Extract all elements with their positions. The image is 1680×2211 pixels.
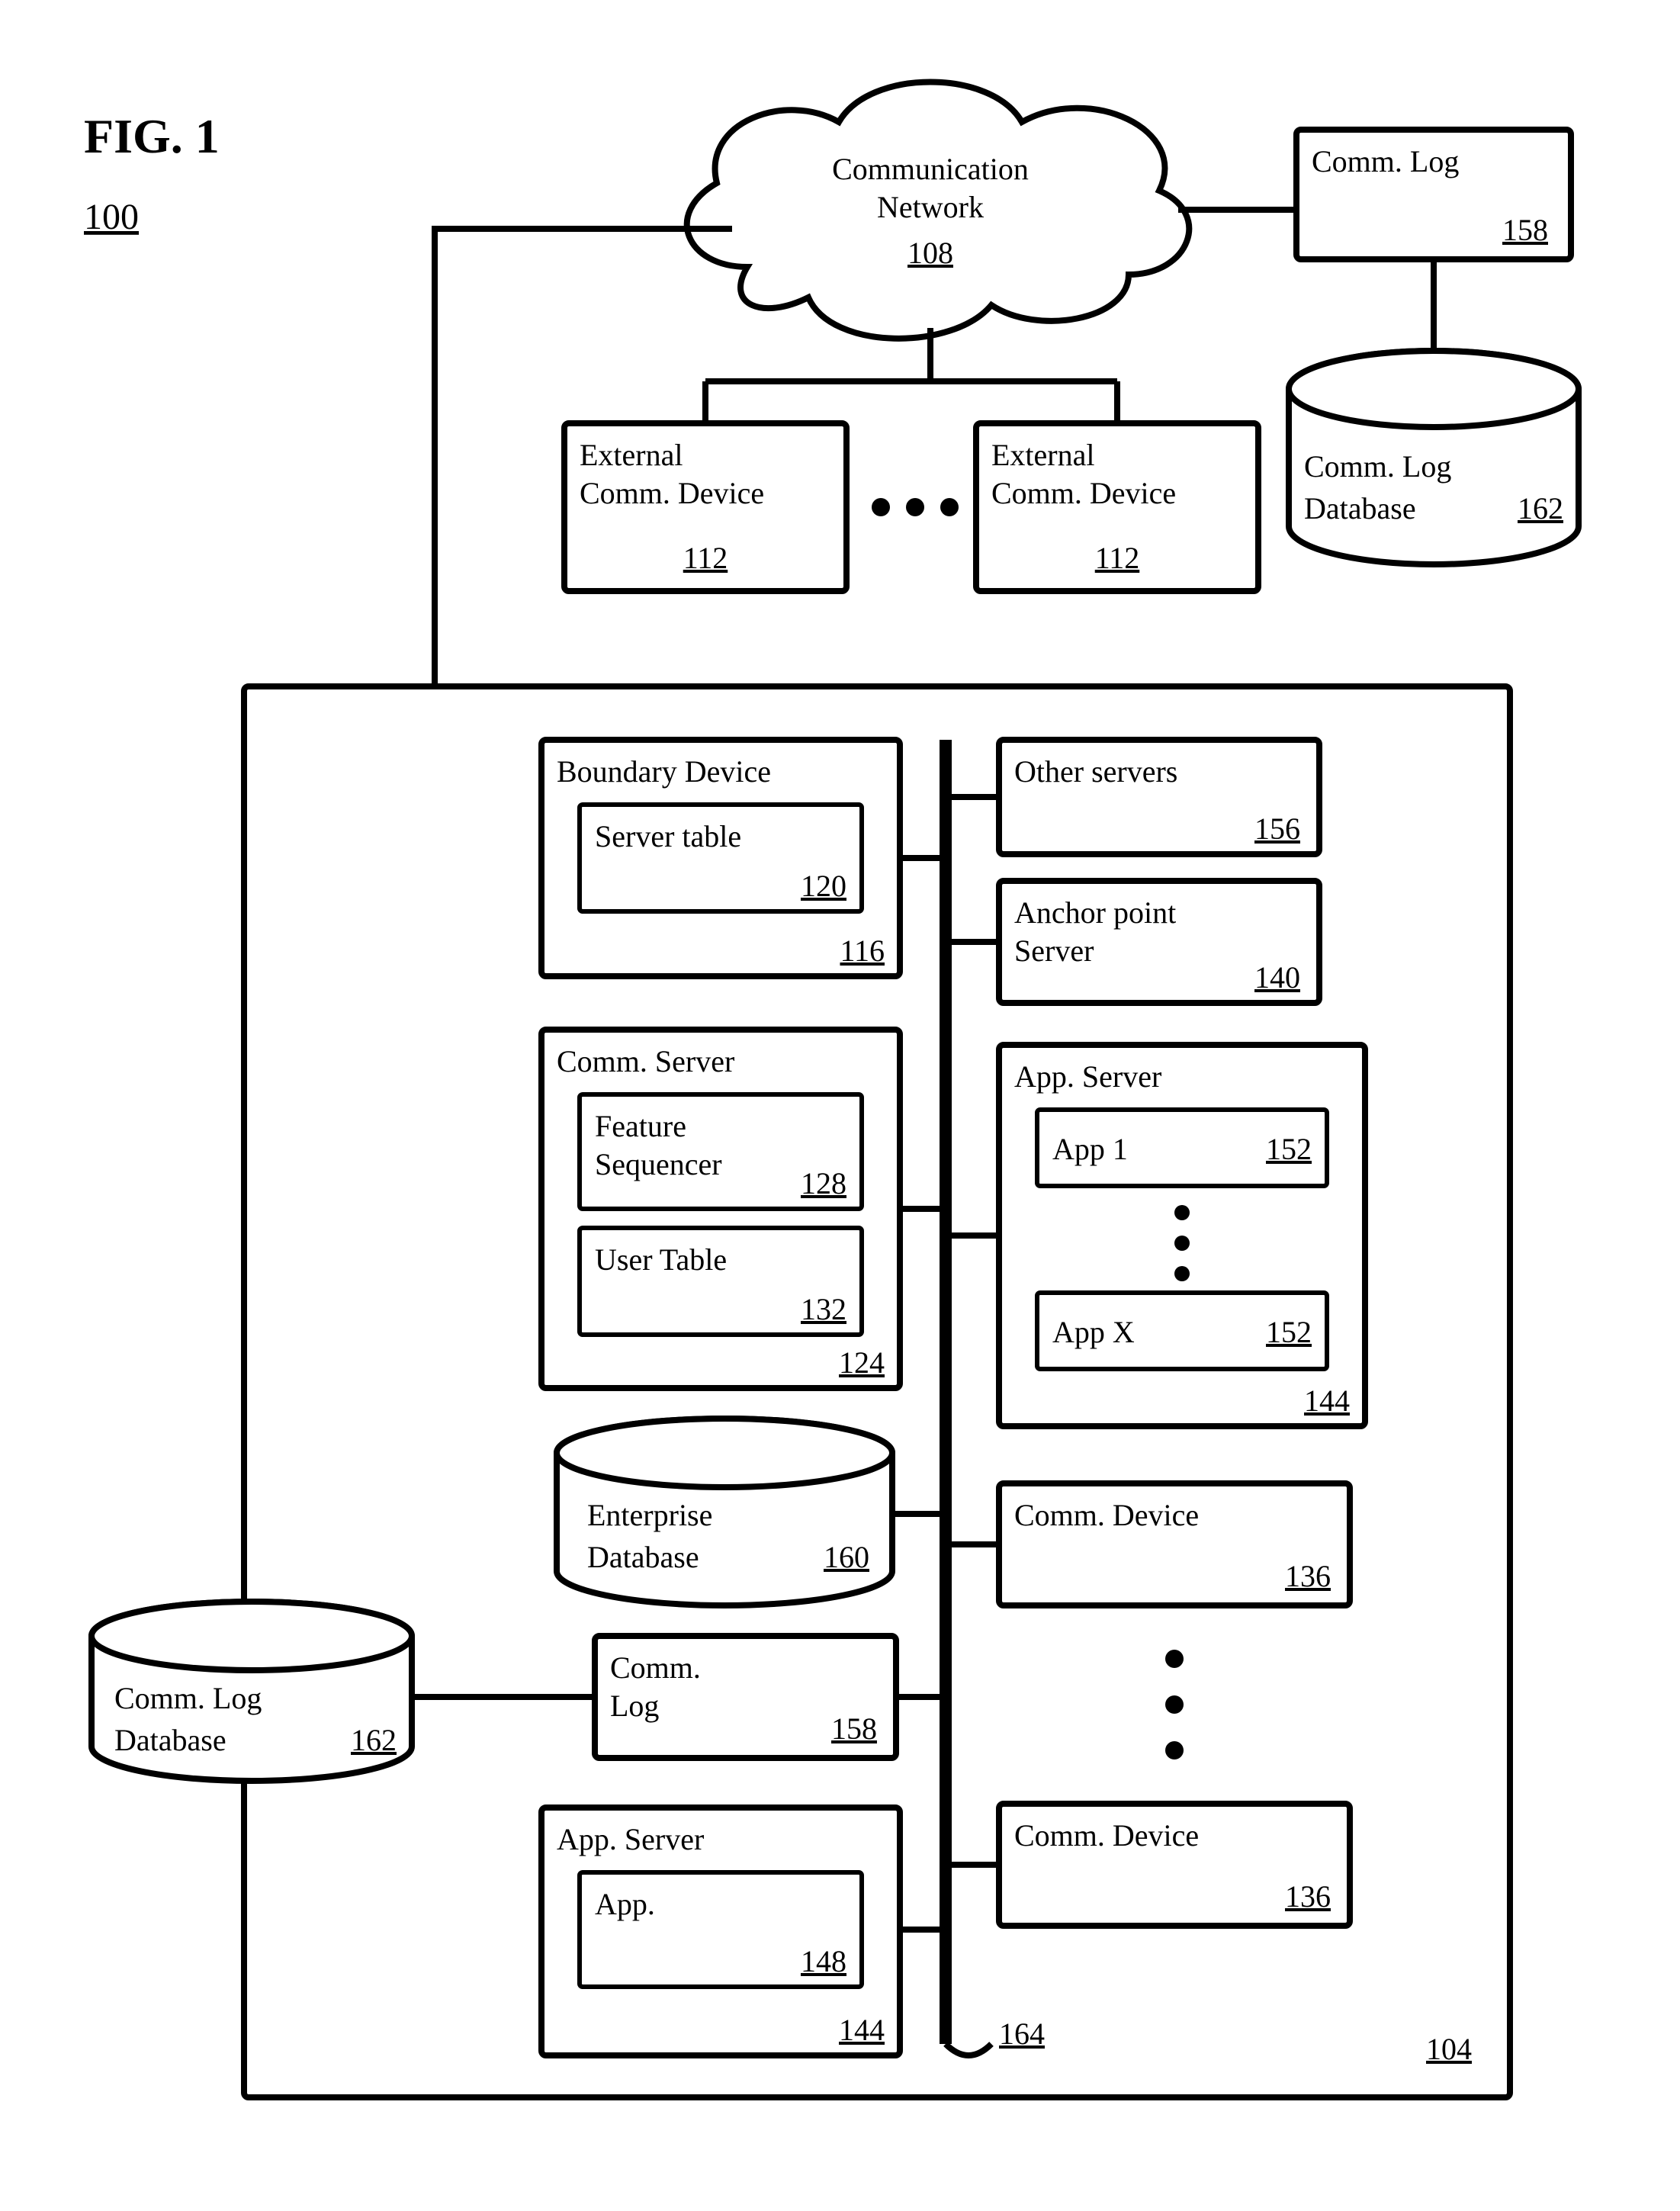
- comm-server-ref: 124: [839, 1345, 885, 1380]
- diagram-canvas: .box { fill: #fff; stroke: #000; stroke-…: [0, 0, 1680, 2211]
- appx-label: App X: [1052, 1315, 1135, 1349]
- comm-device-bottom: Comm. Device 136: [999, 1804, 1350, 1926]
- enterprise-ref: 104: [1426, 2032, 1472, 2066]
- anchor-label-1: Anchor point: [1014, 895, 1176, 930]
- bus-ref: 164: [999, 2017, 1045, 2051]
- comm-log-left-label-2: Log: [610, 1689, 659, 1723]
- other-servers-ref: 156: [1254, 811, 1300, 846]
- ext-dev-left-label-2: Comm. Device: [580, 476, 764, 510]
- comm-log-db-left-label-2: Database: [114, 1723, 226, 1757]
- app-server-right-label: App. Server: [1014, 1059, 1161, 1094]
- app1-ref: 152: [1266, 1132, 1312, 1166]
- anchor-point-server: Anchor point Server 140: [999, 881, 1319, 1003]
- ext-dev-left-ref: 112: [683, 541, 728, 575]
- comm-log-top-ref: 158: [1502, 213, 1548, 247]
- comm-device-bot-label: Comm. Device: [1014, 1818, 1199, 1853]
- feature-seq-label-2: Sequencer: [595, 1147, 722, 1181]
- comm-device-top-ref: 136: [1285, 1559, 1331, 1593]
- ext-dev-right-ref: 112: [1095, 541, 1140, 575]
- feature-seq-ref: 128: [801, 1166, 846, 1200]
- comm-log-db-top-label-1: Comm. Log: [1304, 449, 1451, 484]
- comm-server: Comm. Server 124 Feature Sequencer 128 U…: [541, 1030, 900, 1388]
- app-server-left: App. Server 144 App. 148: [541, 1808, 900, 2055]
- app-left-label: App.: [595, 1887, 655, 1921]
- other-servers: Other servers 156: [999, 740, 1319, 854]
- user-table-label: User Table: [595, 1242, 727, 1277]
- ent-db-label-1: Enterprise: [587, 1498, 712, 1532]
- boundary-label: Boundary Device: [557, 754, 771, 789]
- comm-log-left-ref: 158: [831, 1711, 877, 1746]
- comm-device-bot-ref: 136: [1285, 1879, 1331, 1914]
- ext-dev-right-label-2: Comm. Device: [991, 476, 1176, 510]
- app-server-left-label: App. Server: [557, 1822, 704, 1856]
- anchor-label-2: Server: [1014, 934, 1094, 968]
- external-comm-device-right: External Comm. Device 112: [976, 423, 1258, 591]
- comm-log-left-label-1: Comm.: [610, 1650, 701, 1685]
- app1-label: App 1: [1052, 1132, 1128, 1166]
- ellipsis-external-devices: [872, 498, 959, 516]
- comm-log-db-top-label-2: Database: [1304, 491, 1416, 525]
- ext-dev-right-label-1: External: [991, 438, 1095, 472]
- app-server-right: App. Server 144 App 1 152 App X 152: [999, 1045, 1365, 1426]
- boundary-device: Boundary Device 116 Server table 120: [541, 740, 900, 976]
- comm-server-label: Comm. Server: [557, 1044, 734, 1078]
- ent-db-ref: 160: [824, 1540, 869, 1574]
- comm-device-top: Comm. Device 136: [999, 1483, 1350, 1605]
- app-server-right-ref: 144: [1304, 1383, 1350, 1418]
- comm-log-database-left: Comm. Log Database 162: [92, 1602, 412, 1781]
- figure-ref: 100: [84, 197, 139, 237]
- external-comm-device-left: External Comm. Device 112: [564, 423, 846, 591]
- server-table-ref: 120: [801, 869, 846, 903]
- app-server-left-ref: 144: [839, 2013, 885, 2047]
- figure-title: FIG. 1: [84, 109, 220, 163]
- other-servers-label: Other servers: [1014, 754, 1177, 789]
- appx-ref: 152: [1266, 1315, 1312, 1349]
- ent-db-label-2: Database: [587, 1540, 699, 1574]
- server-table-label: Server table: [595, 819, 741, 853]
- comm-log-left: Comm. Log 158: [595, 1636, 896, 1758]
- comm-log-db-left-ref: 162: [351, 1723, 397, 1757]
- comm-log-db-top-ref: 162: [1518, 491, 1563, 525]
- anchor-ref: 140: [1254, 960, 1300, 995]
- boundary-ref: 116: [840, 934, 885, 968]
- network-ref: 108: [907, 236, 953, 270]
- comm-device-top-label: Comm. Device: [1014, 1498, 1199, 1532]
- ext-dev-left-label-1: External: [580, 438, 683, 472]
- user-table-ref: 132: [801, 1292, 846, 1326]
- comm-log-database-top: Comm. Log Database 162: [1289, 351, 1579, 564]
- network-label-2: Network: [877, 190, 984, 224]
- network-label-1: Communication: [832, 152, 1029, 186]
- comm-log-top-label: Comm. Log: [1312, 144, 1459, 178]
- app-left-ref: 148: [801, 1944, 846, 1978]
- communication-network: Communication Network 108: [687, 82, 1189, 339]
- comm-log-db-left-label-1: Comm. Log: [114, 1681, 262, 1715]
- enterprise-database: Enterprise Database 160: [557, 1419, 892, 1605]
- comm-log-top: Comm. Log 158: [1296, 130, 1571, 259]
- feature-seq-label-1: Feature: [595, 1109, 686, 1143]
